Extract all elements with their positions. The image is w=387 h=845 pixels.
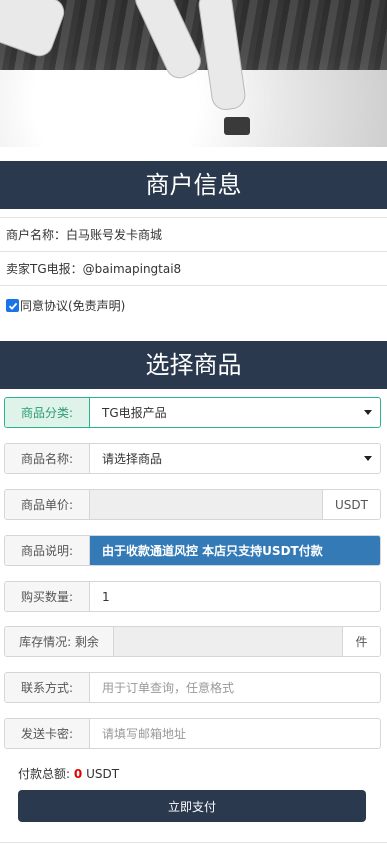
stock-field: 库存情况: 剩余 件 xyxy=(4,626,381,657)
category-value[interactable]: TG电报产品 xyxy=(90,398,364,427)
chevron-down-icon xyxy=(364,456,372,461)
payment-total-amount: 0 xyxy=(73,767,83,781)
merchant-tg-row: 卖家TG电报： @baimapingtai8 xyxy=(0,251,387,285)
bottom-divider xyxy=(0,842,387,843)
hero-banner-image xyxy=(0,0,387,147)
payment-total-currency: USDT xyxy=(86,767,120,781)
description-field: 商品说明: 由于收款通道风控 本店只支持USDT付款 xyxy=(4,535,381,566)
unit-price-label: 商品单价: xyxy=(5,490,90,519)
stock-label: 库存情况: 剩余 xyxy=(5,627,114,656)
product-section-header: 选择商品 xyxy=(0,341,387,389)
merchant-tg-value: @baimapingtai8 xyxy=(82,261,182,276)
merchant-name-label: 商户名称： xyxy=(6,228,67,242)
unit-price-value xyxy=(90,490,322,519)
merchant-section-header: 商户信息 xyxy=(0,161,387,209)
category-select[interactable]: 商品分类: TG电报产品 xyxy=(4,397,381,428)
chevron-down-icon xyxy=(364,410,372,415)
description-value: 由于收款通道风控 本店只支持USDT付款 xyxy=(90,536,380,565)
send-card-label: 发送卡密: xyxy=(5,719,90,748)
product-name-value[interactable]: 请选择商品 xyxy=(90,444,364,473)
category-label: 商品分类: xyxy=(5,398,90,427)
merchant-section-title: 商户信息 xyxy=(145,171,242,199)
merchant-name-value: 白马账号发卡商城 xyxy=(66,228,163,242)
product-section-title: 选择商品 xyxy=(145,351,242,379)
payment-total: 付款总额: 0 USDT xyxy=(18,765,119,782)
snow-ground xyxy=(0,70,387,147)
product-name-label: 商品名称: xyxy=(5,444,90,473)
horse-hoof xyxy=(224,117,250,135)
agreement-checkbox[interactable] xyxy=(6,299,19,312)
unit-price-suffix: USDT xyxy=(322,490,380,519)
send-card-input[interactable]: 请填写邮箱地址 xyxy=(90,719,380,748)
contact-input[interactable]: 用于订单查询，任意格式 xyxy=(90,673,380,702)
send-card-field[interactable]: 发送卡密: 请填写邮箱地址 xyxy=(4,718,381,749)
payment-total-label: 付款总额: xyxy=(18,767,71,781)
contact-field[interactable]: 联系方式: 用于订单查询，任意格式 xyxy=(4,672,381,703)
stock-value xyxy=(114,627,342,656)
description-label: 商品说明: xyxy=(5,536,90,565)
agreement-label[interactable]: 同意协议(免责声明) xyxy=(20,297,125,314)
stock-suffix: 件 xyxy=(342,627,380,656)
product-name-select[interactable]: 商品名称: 请选择商品 xyxy=(4,443,381,474)
contact-label: 联系方式: xyxy=(5,673,90,702)
pay-now-button[interactable]: 立即支付 xyxy=(18,790,366,822)
merchant-name-row: 商户名称： 白马账号发卡商城 xyxy=(0,217,387,251)
merchant-tg-label: 卖家TG电报： xyxy=(6,262,83,276)
quantity-field[interactable]: 购买数量: 1 xyxy=(4,581,381,612)
quantity-label: 购买数量: xyxy=(5,582,90,611)
agreement-row[interactable]: 同意协议(免责声明) xyxy=(0,285,387,325)
quantity-input[interactable]: 1 xyxy=(90,582,380,611)
checkmark-icon xyxy=(8,302,17,310)
unit-price-field: 商品单价: USDT xyxy=(4,489,381,520)
